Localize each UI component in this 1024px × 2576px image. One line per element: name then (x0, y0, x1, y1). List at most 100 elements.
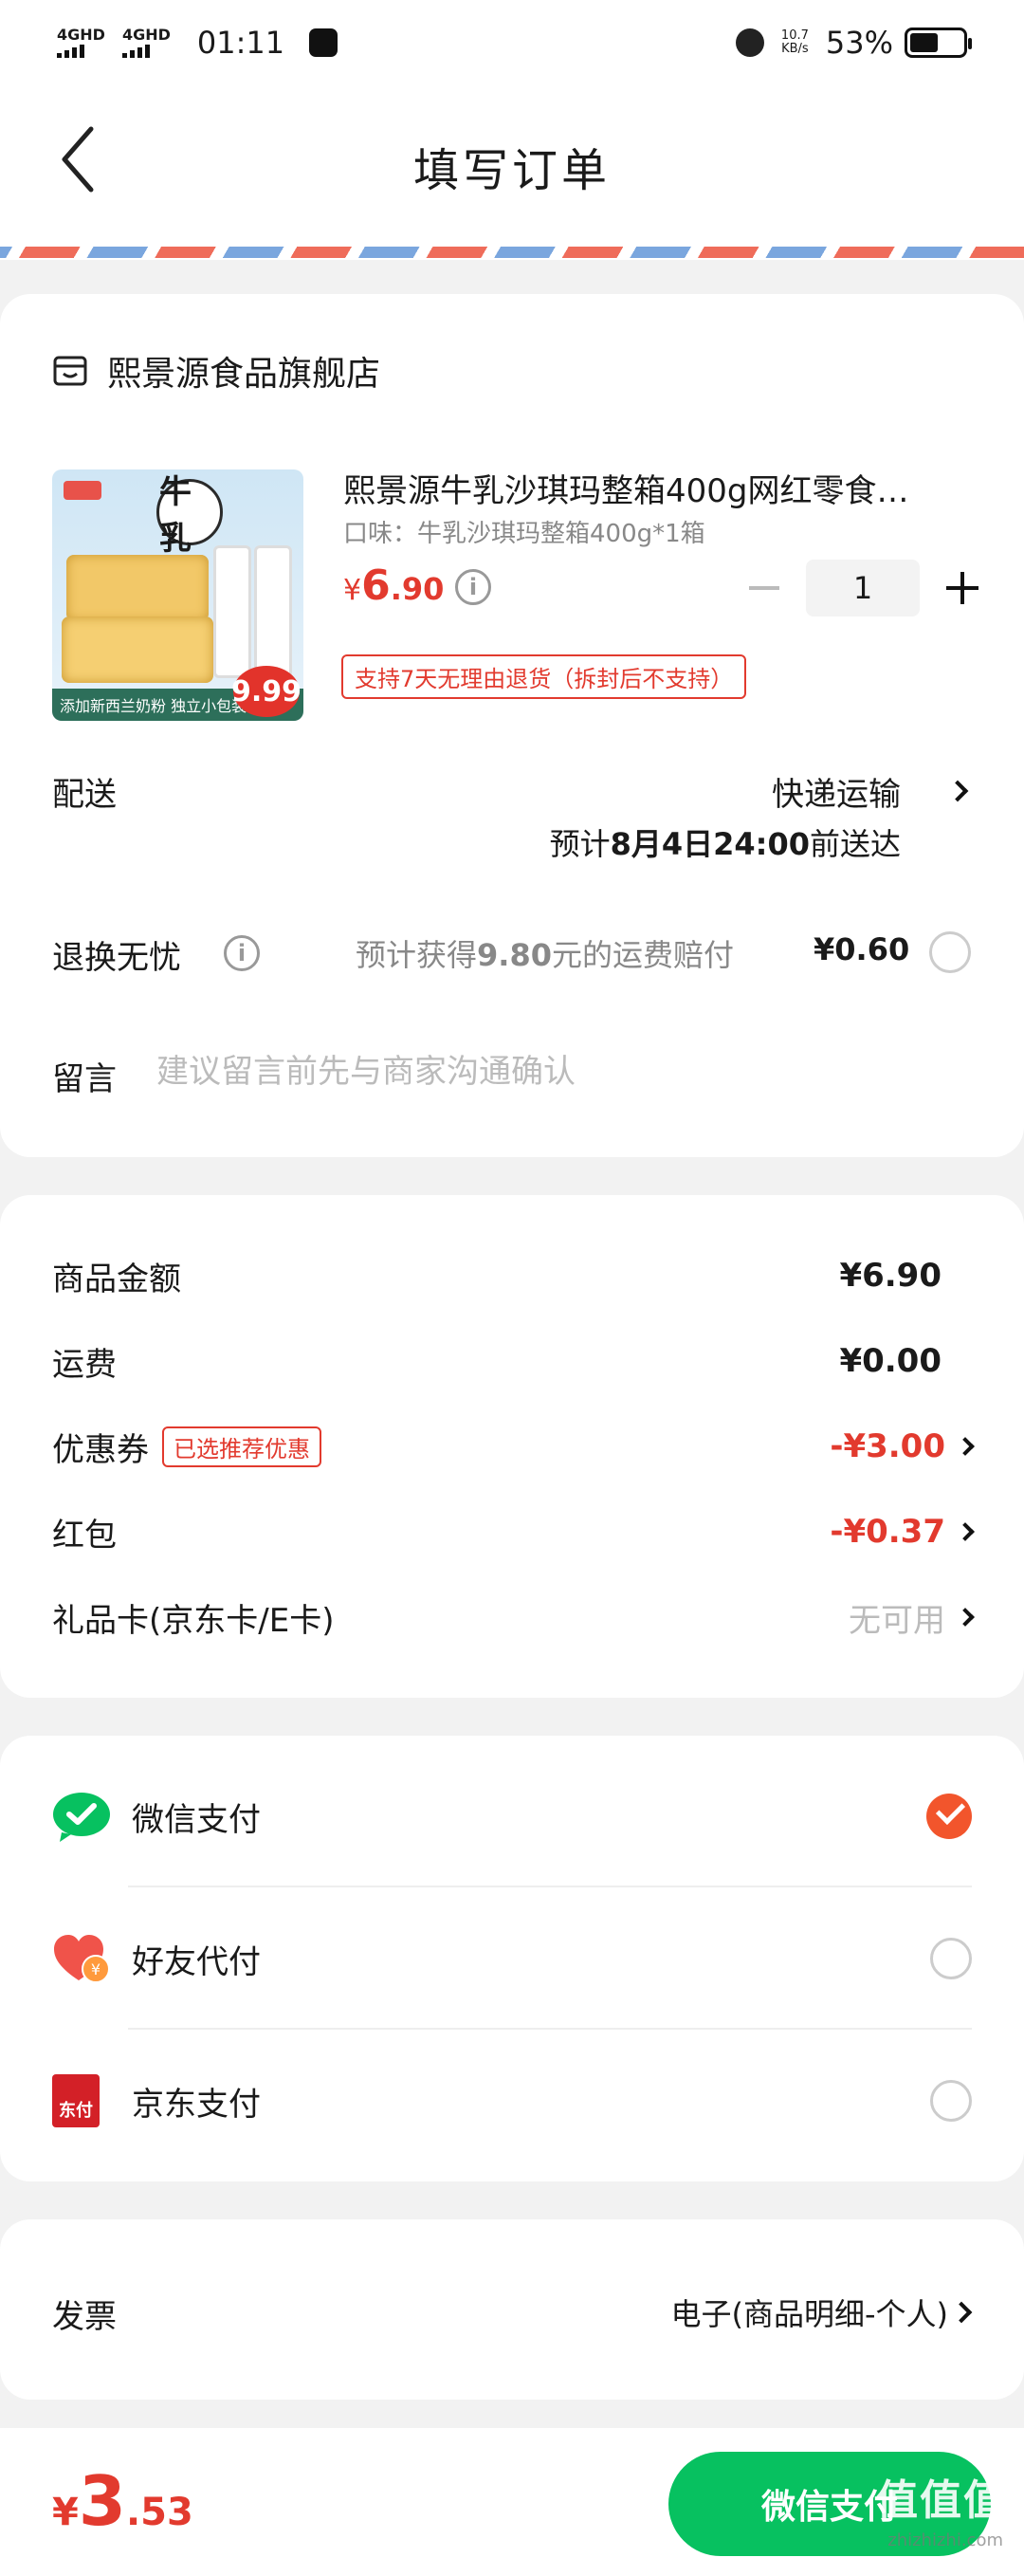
product-name[interactable]: 熙景源牛乳沙琪玛整箱400g网红零食… (343, 465, 969, 511)
wechat-pay-label: 微信支付 (132, 1800, 261, 1839)
price-decimal: .90 (390, 571, 445, 607)
quantity-stepper: 1 (749, 560, 978, 616)
package-bag (213, 545, 251, 678)
coupon-row[interactable]: 优惠券 已选推荐优惠 -¥3.00 (52, 1418, 975, 1475)
battery: 53% (826, 25, 972, 61)
status-left: 4GHD 4GHD 01:11 (57, 25, 338, 61)
network-label-1: 4GHD (57, 26, 105, 44)
goods-amount-value: ¥6.90 (839, 1257, 942, 1295)
price-integer: 6 (361, 561, 391, 610)
shipping-label: 运费 (52, 1345, 117, 1384)
speed-unit: KB/s (781, 42, 809, 56)
price-info-icon[interactable]: i (455, 569, 491, 605)
invoice-label: 发票 (52, 2298, 117, 2336)
chevron-right-icon[interactable] (946, 780, 969, 802)
redpacket-value: -¥0.37 (830, 1513, 945, 1551)
refund-price: ¥0.60 (814, 931, 910, 967)
shipping-value: ¥0.00 (839, 1342, 942, 1380)
brand-badge (64, 481, 101, 500)
delivery-method[interactable]: 快递运输 (772, 768, 901, 815)
coupon-value: -¥3.00 (830, 1427, 945, 1465)
signal-bars-icon (121, 45, 171, 58)
refund-radio[interactable] (929, 931, 971, 973)
goods-amount-row: 商品金额 ¥6.90 (52, 1247, 972, 1304)
redpacket-row[interactable]: 红包 -¥0.37 (52, 1503, 975, 1560)
eta-suffix: 前送达 (809, 826, 901, 862)
quantity-value[interactable]: 1 (806, 560, 920, 616)
sachima-piece (66, 555, 209, 621)
wechat-pay-icon (53, 1793, 110, 1842)
notification-icon (309, 28, 338, 57)
total-amount: ¥ 3 .53 (52, 2461, 193, 2541)
coupon-tag: 已选推荐优惠 (162, 1426, 321, 1467)
total-integer: 3 (78, 2461, 126, 2541)
clock: 01:11 (196, 25, 285, 61)
order-item-card: 熙景源食品旗舰店 牛乳 添加新西兰奶粉 独立小包装 9.99 熙景源牛乳沙琪玛整… (0, 294, 1024, 1157)
back-arrow-icon[interactable] (57, 121, 99, 197)
eta-prefix: 预计 (549, 826, 611, 862)
checkout-bar: ¥ 3 .53 微信支付 值值值 zhizhizhi.com (0, 2428, 1024, 2576)
jd-pay-label: 京东支付 (132, 2085, 261, 2124)
plus-icon[interactable] (946, 572, 978, 604)
signal-1: 4GHD (57, 28, 105, 58)
price-currency: ¥ (343, 574, 362, 607)
order-page: 4GHD 4GHD 01:11 10.7 KB/s 53% 填写订单 熙景源食品… (0, 0, 1024, 2576)
alarm-icon (735, 28, 764, 57)
total-currency: ¥ (52, 2491, 79, 2534)
page-title: 填写订单 (412, 144, 611, 197)
refund-info-icon[interactable]: i (224, 935, 260, 971)
minus-icon[interactable] (749, 586, 779, 590)
jd-pay-radio[interactable] (930, 2080, 972, 2122)
chevron-right-icon[interactable] (950, 2301, 973, 2324)
friend-pay-radio[interactable] (930, 1938, 972, 1979)
giftcard-label: 礼品卡(京东卡/E卡) (52, 1601, 335, 1640)
refund-label: 退换无忧 (52, 939, 181, 977)
refund-desc-prefix: 预计获得 (356, 937, 478, 973)
goods-amount-label: 商品金额 (52, 1260, 181, 1298)
giftcard-value: 无可用 (849, 1601, 945, 1640)
nav-header: 填写订单 (0, 85, 1024, 247)
note-label: 留言 (52, 1060, 117, 1098)
shop-name: 熙景源食品旗舰店 (107, 355, 381, 394)
shop-icon (53, 356, 87, 386)
redpacket-label: 红包 (52, 1516, 117, 1555)
payment-option-jd[interactable]: 东付 京东支付 (52, 2049, 972, 2153)
signal-bars-icon (57, 45, 105, 58)
payment-method-card: 微信支付 ¥ 好友代付 东付 京东支付 (0, 1736, 1024, 2181)
divider (128, 2028, 972, 2030)
payment-option-friend[interactable]: ¥ 好友代付 (52, 1906, 972, 2011)
coupon-label: 优惠券 (52, 1430, 149, 1469)
product-price: ¥ 6 .90 (343, 561, 444, 610)
jd-pay-icon: 东付 (52, 2074, 100, 2127)
chevron-right-icon[interactable] (956, 1608, 975, 1627)
note-input[interactable] (156, 1043, 972, 1100)
product-spec: 口味：牛乳沙琪玛整箱400g*1箱 (343, 520, 705, 548)
status-right: 10.7 KB/s 53% (735, 25, 972, 61)
battery-icon (905, 28, 972, 58)
invoice-value: 电子(商品明细-个人) (670, 2296, 948, 2332)
network-label-2: 4GHD (121, 26, 171, 44)
chevron-right-icon[interactable] (956, 1437, 975, 1456)
package-bag (254, 545, 292, 678)
network-speed: 10.7 KB/s (781, 29, 809, 56)
signal-2: 4GHD (121, 26, 171, 58)
chevron-right-icon[interactable] (956, 1522, 975, 1541)
product-logo: 牛乳 (156, 473, 223, 558)
shipping-row: 运费 ¥0.00 (52, 1333, 972, 1389)
wechat-pay-radio-checked[interactable] (926, 1794, 972, 1839)
price-summary-card: 商品金额 ¥6.90 运费 ¥0.00 优惠券 已选推荐优惠 -¥3.00 红包… (0, 1195, 1024, 1698)
site-watermark: 值值值 (876, 2476, 1007, 2525)
friend-pay-heart-icon: ¥ (54, 1935, 110, 1983)
refund-desc-suffix: 元的运费赔付 (551, 937, 734, 973)
sachima-piece (62, 616, 213, 683)
product-thumbnail[interactable]: 牛乳 添加新西兰奶粉 独立小包装 9.99 (52, 469, 303, 721)
invoice-card[interactable]: 发票 电子(商品明细-个人) (0, 2219, 1024, 2400)
payment-option-wechat[interactable]: 微信支付 (52, 1764, 972, 1868)
total-decimal: .53 (125, 2491, 193, 2534)
giftcard-row[interactable]: 礼品卡(京东卡/E卡) 无可用 (52, 1589, 975, 1646)
divider (128, 1886, 972, 1887)
return-policy-tag: 支持7天无理由退货（拆封后不支持） (341, 654, 747, 699)
envelope-stripe (0, 247, 1024, 258)
shop-header[interactable]: 熙景源食品旗舰店 (52, 346, 380, 396)
eta-date: 8月4日24:00 (610, 826, 810, 862)
